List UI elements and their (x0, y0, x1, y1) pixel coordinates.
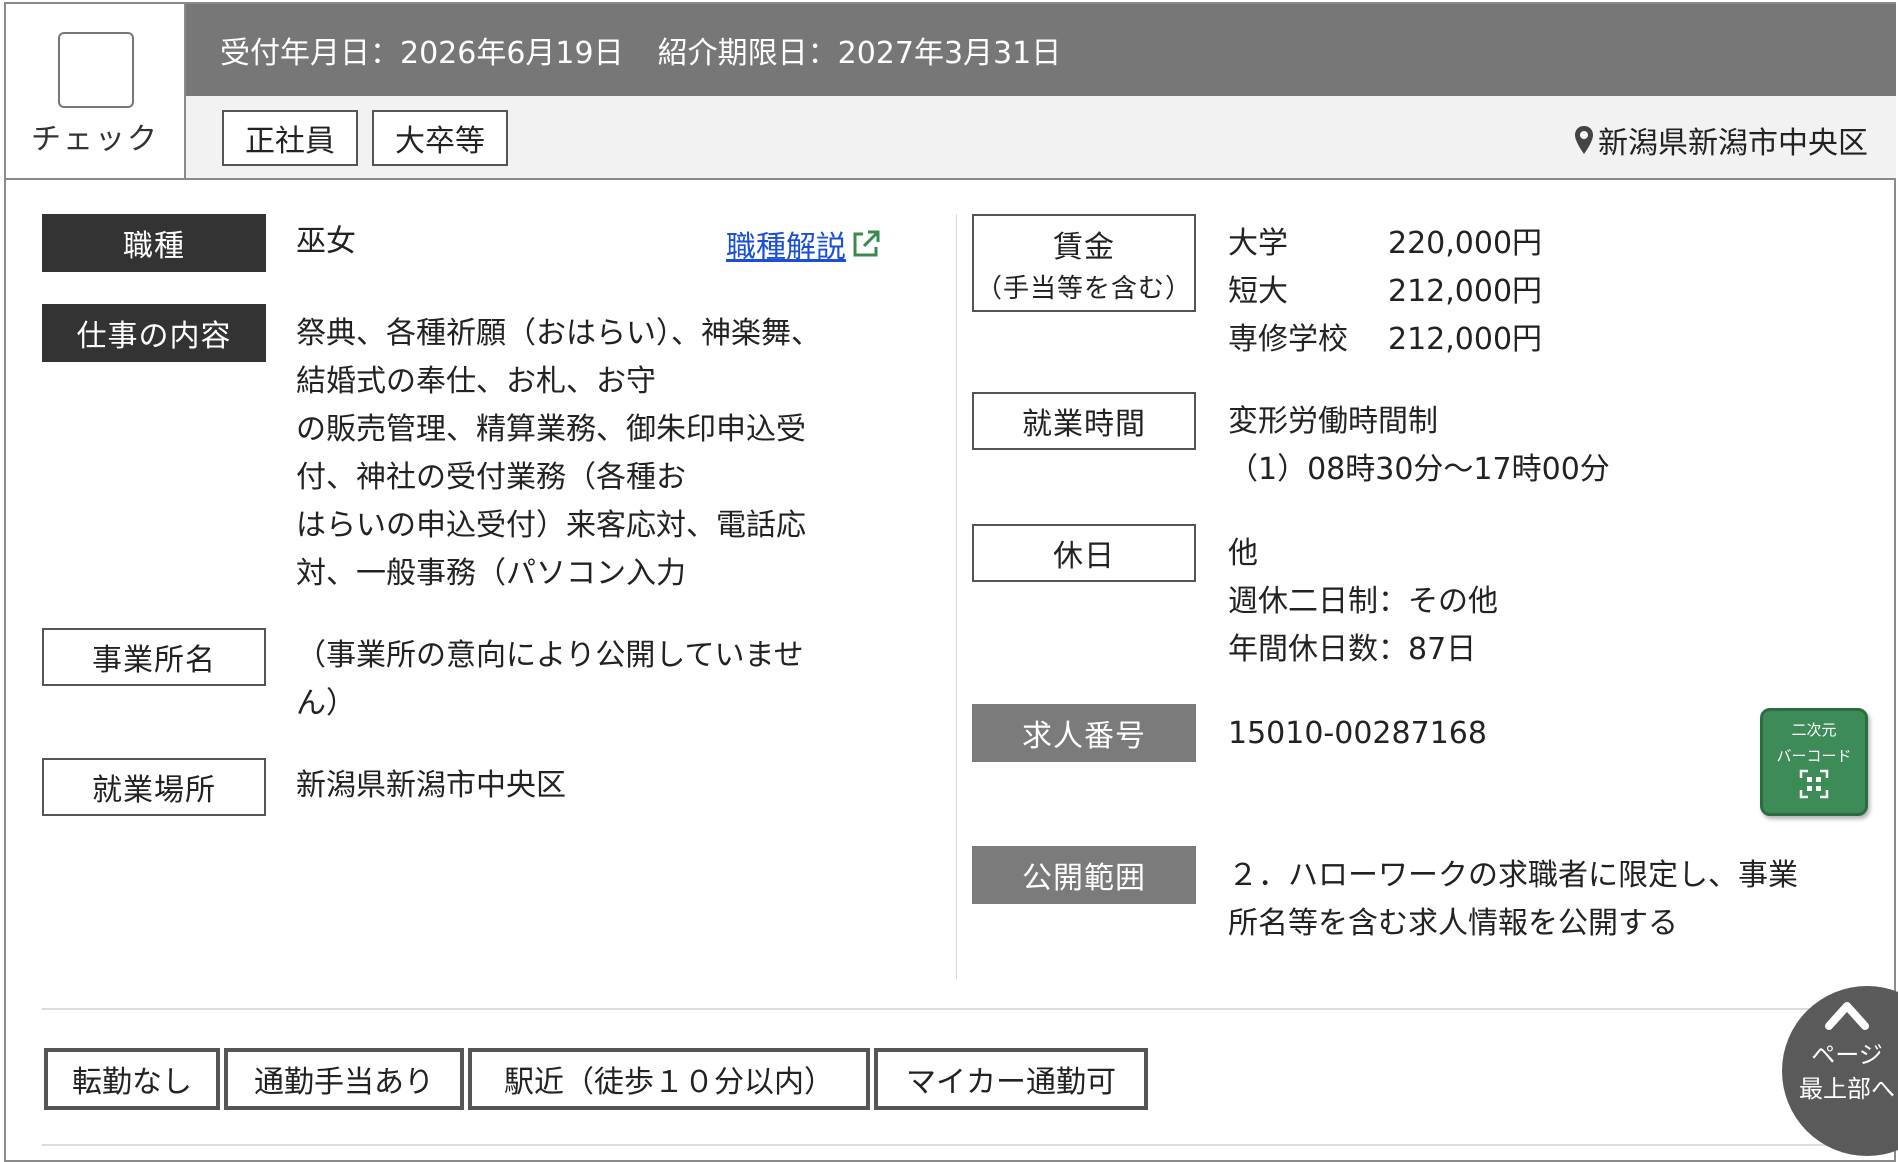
wage-row: 短大 212,000円 (1228, 268, 1542, 316)
column-divider (956, 214, 957, 979)
location-pin-icon (1575, 126, 1593, 154)
header-subbar: 正社員 大卒等 新潟県新潟市中央区 (186, 96, 1896, 180)
disclosure-scope-line: ２．ハローワークの求職者に限定し、事業 (1228, 858, 1798, 893)
disclosure-scope-line: 所名等を含む求人情報を公開する (1228, 906, 1678, 941)
holiday-line: 他 (1228, 536, 1258, 571)
working-hours-line: 変形労働時間制 (1228, 404, 1438, 439)
wage-label-main: 賃金 (1053, 229, 1115, 265)
referral-deadline: 紹介期限日：2027年3月31日 (657, 36, 1062, 71)
work-content-line: の販売管理、精算業務、御朱印申込受 (296, 412, 806, 447)
job-type-value: 巫女 (296, 224, 356, 259)
job-card: チェック 受付年月日：2026年6月19日 紹介期限日：2027年3月31日 正… (4, 2, 1896, 1162)
bottom-divider (42, 1144, 1868, 1146)
feature-tag: 通勤手当あり (224, 1048, 464, 1110)
working-hours-value: 変形労働時間制 （1）08時30分～17時00分 (1228, 398, 1610, 494)
holiday-value: 他 週休二日制：その他 年間休日数：87日 (1228, 530, 1498, 674)
received-date: 受付年月日：2026年6月19日 (220, 36, 624, 71)
feature-tag: マイカー通勤可 (874, 1048, 1148, 1110)
section-divider (42, 1008, 1868, 1010)
working-hours-line: （1）08時30分～17時00分 (1228, 452, 1610, 487)
work-place-label: 就業場所 (42, 758, 266, 816)
office-name-line: （事業所の意向により公開していませ (296, 638, 804, 673)
wage-amount: 212,000円 (1388, 274, 1543, 309)
wage-amount: 212,000円 (1388, 322, 1543, 357)
work-content-line: 祭典、各種祈願（おはらい）、神楽舞、 (296, 316, 821, 351)
job-type-explanation-text[interactable]: 職種解説 (726, 222, 846, 266)
checkbox[interactable] (58, 32, 134, 108)
education-tag: 大卒等 (372, 110, 508, 166)
page-top-line: 最上部へ (1799, 1075, 1895, 1103)
disclosure-scope-label: 公開範囲 (972, 846, 1196, 904)
work-content-line: 結婚式の奉仕、お札、お守 (296, 364, 656, 399)
chevron-up-icon (1825, 1002, 1869, 1030)
feature-tag: 転勤なし (44, 1048, 220, 1110)
job-type-explanation-link[interactable]: 職種解説 (726, 222, 882, 266)
check-label: チェック (31, 122, 159, 157)
location-text: 新潟県新潟市中央区 (1598, 126, 1868, 161)
work-content-value: 祭典、各種祈願（おはらい）、神楽舞、 結婚式の奉仕、お札、お守 の販売管理、精算… (296, 310, 821, 598)
page-top-line: ページ (1811, 1041, 1883, 1069)
wage-values: 大学 220,000円 短大 212,000円 専修学校 212,000円 (1228, 220, 1542, 364)
work-content-line: 対、一般事務（パソコン入力 (296, 556, 686, 591)
job-number-label: 求人番号 (972, 704, 1196, 762)
work-place-value: 新潟県新潟市中央区 (296, 768, 566, 803)
work-content-line: はらいの申込受付）来客応対、電話応 (296, 508, 806, 543)
wage-education: 短大 (1228, 274, 1288, 309)
feature-tag: 駅近（徒歩１０分以内） (468, 1048, 870, 1110)
check-area[interactable]: チェック (6, 4, 186, 180)
job-type-label: 職種 (42, 214, 266, 272)
wage-label-sub: （手当等を含む） (975, 273, 1192, 304)
job-number-value: 15010-00287168 (1228, 716, 1487, 751)
header-bar: 受付年月日：2026年6月19日 紹介期限日：2027年3月31日 (186, 4, 1896, 96)
wage-education: 大学 (1228, 226, 1288, 261)
wage-label: 賃金 （手当等を含む） (972, 214, 1196, 312)
holiday-line: 年間休日数：87日 (1228, 632, 1477, 667)
qr-label-line: バーコード (1776, 747, 1852, 765)
holiday-label: 休日 (972, 524, 1196, 582)
working-hours-label: 就業時間 (972, 392, 1196, 450)
disclosure-scope-value: ２．ハローワークの求職者に限定し、事業 所名等を含む求人情報を公開する (1228, 852, 1798, 948)
wage-education: 専修学校 (1228, 322, 1348, 357)
employment-type-tag: 正社員 (222, 110, 358, 166)
qr-label-line: 二次元 (1791, 721, 1837, 739)
location: 新潟県新潟市中央区 (1574, 118, 1868, 162)
office-name-label: 事業所名 (42, 628, 266, 686)
work-content-line: 付、神社の受付業務（各種お (296, 460, 686, 495)
wage-row: 大学 220,000円 (1228, 220, 1542, 268)
wage-row: 専修学校 212,000円 (1228, 316, 1542, 364)
work-content-label: 仕事の内容 (42, 304, 266, 362)
holiday-line: 週休二日制：その他 (1228, 584, 1498, 619)
qr-code-icon (1799, 769, 1829, 799)
external-link-icon (853, 230, 880, 257)
office-name-line: ん） (296, 686, 356, 721)
office-name-value: （事業所の意向により公開していませ ん） (296, 632, 804, 728)
qr-code-button[interactable]: 二次元 バーコード (1760, 708, 1868, 816)
wage-amount: 220,000円 (1388, 226, 1543, 261)
